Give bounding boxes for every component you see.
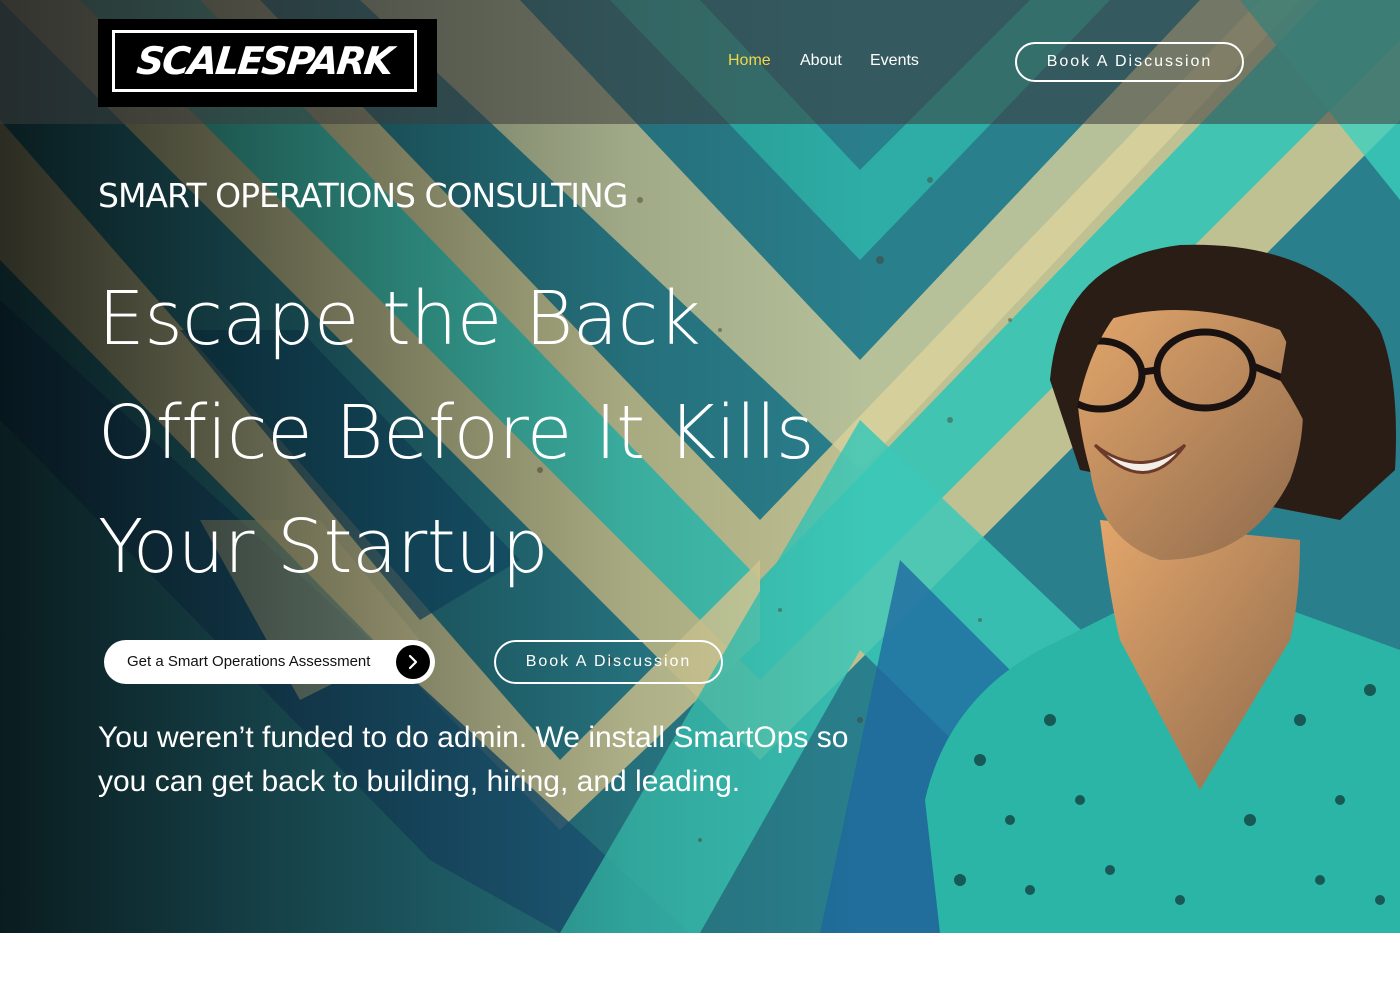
hero-headline: Escape the Back Office Before It Kills Y… xyxy=(98,262,858,604)
hero-book-discussion-label: Book A Discussion xyxy=(525,653,692,670)
nav-events[interactable]: Events xyxy=(870,52,919,70)
scalespark-logo[interactable]: SCALESPARK xyxy=(98,19,437,107)
hero-subcopy: You weren’t funded to do admin. We insta… xyxy=(98,721,849,798)
assessment-button-label: Get a Smart Operations Assessment xyxy=(127,653,371,670)
headline-line: Office Before It Kills xyxy=(98,390,814,476)
headline-line: Escape the Back xyxy=(98,276,701,362)
logo-text: SCALESPARK xyxy=(134,39,395,83)
header-book-discussion-label: Book A Discussion xyxy=(1046,53,1213,70)
headline-line: Your Startup xyxy=(98,504,549,590)
hero-eyebrow: SMART OPERATIONS CONSULTING xyxy=(98,176,628,215)
site-header: SCALESPARK Home About Events Book A Disc… xyxy=(0,0,1400,124)
nav-home[interactable]: Home xyxy=(728,52,771,70)
header-book-discussion-button[interactable]: Book A Discussion xyxy=(1015,42,1244,82)
logo-frame: SCALESPARK xyxy=(112,30,417,92)
hero-book-discussion-button[interactable]: Book A Discussion xyxy=(494,640,723,684)
nav-about[interactable]: About xyxy=(800,52,842,70)
hero-section: SCALESPARK Home About Events Book A Disc… xyxy=(0,0,1400,933)
chevron-right-icon xyxy=(396,645,430,679)
smart-operations-assessment-button[interactable]: Get a Smart Operations Assessment xyxy=(104,640,435,684)
